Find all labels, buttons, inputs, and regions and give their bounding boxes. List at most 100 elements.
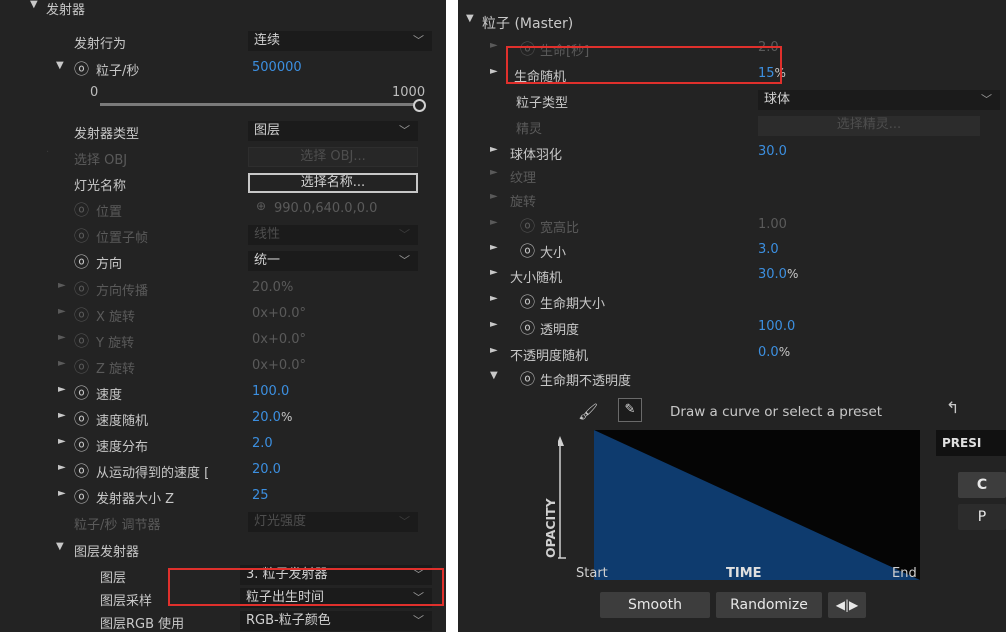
direction-dropdown[interactable]: 统一 ﹀ bbox=[248, 251, 418, 271]
particles-slider-track[interactable] bbox=[100, 103, 418, 106]
velocity-from-motion-value[interactable]: 20.0 bbox=[252, 462, 281, 477]
expand-arrow-icon[interactable]: ► bbox=[490, 345, 498, 356]
emitter-type-value: 图层 bbox=[254, 123, 281, 138]
stopwatch-icon[interactable]: ⓞ bbox=[74, 382, 89, 403]
stopwatch-icon[interactable]: ⓞ bbox=[74, 434, 89, 455]
opacity-over-life-row[interactable]: ▼ ⓞ 生命期不透明度 bbox=[458, 365, 1006, 391]
emitter-size-z-value[interactable]: 25 bbox=[252, 488, 269, 503]
opacity-label: 透明度 bbox=[540, 323, 580, 338]
expand-arrow-icon[interactable]: ► bbox=[58, 488, 66, 499]
collapse-arrow-icon[interactable]: ▼ bbox=[56, 541, 64, 552]
expand-arrow-icon[interactable]: ► bbox=[490, 217, 498, 228]
stopwatch-icon: ⓞ bbox=[74, 201, 90, 219]
percent-unit: % bbox=[280, 410, 293, 424]
expand-arrow-icon[interactable]: ► bbox=[490, 267, 498, 278]
particle-panel: ▼ 粒子 (Master) ► ⓞ 生命[秒] 2.0 ► 生命随机 15% 粒… bbox=[458, 0, 1006, 632]
expand-arrow-icon[interactable]: ► bbox=[490, 293, 498, 304]
opacity-random-number: 0.0 bbox=[758, 345, 779, 360]
expand-arrow-icon[interactable]: ► bbox=[490, 66, 498, 77]
expand-arrow-icon[interactable]: ► bbox=[58, 280, 66, 291]
velocity-value[interactable]: 100.0 bbox=[252, 384, 289, 399]
particles-slider-knob[interactable] bbox=[413, 99, 426, 112]
velocity-random-number: 20.0 bbox=[252, 410, 281, 425]
size-random-value[interactable]: 30.0% bbox=[758, 267, 798, 282]
velocity-distribution-value[interactable]: 2.0 bbox=[252, 436, 273, 451]
chevron-down-icon: ﹀ bbox=[981, 93, 992, 106]
particle-type-dropdown[interactable]: 球体 ﹀ bbox=[758, 90, 1000, 110]
pencil-icon[interactable]: ✎ bbox=[618, 398, 642, 422]
x-rotation-label: X 旋转 bbox=[96, 310, 136, 325]
flip-button[interactable]: ◀|▶ bbox=[828, 592, 866, 618]
percent-unit: % bbox=[778, 345, 791, 359]
layer-rgb-value: RGB-粒子颜色 bbox=[246, 613, 331, 628]
size-over-life-label: 生命期大小 bbox=[540, 297, 606, 312]
expand-arrow-icon[interactable]: ► bbox=[58, 410, 66, 421]
select-sprite-button[interactable]: 选择精灵... bbox=[758, 116, 980, 136]
particles-per-sec-value[interactable]: 500000 bbox=[252, 60, 302, 75]
layer-emitter-label: 图层发射器 bbox=[74, 545, 140, 560]
particles-modifier-dropdown[interactable]: 灯光强度 ﹀ bbox=[248, 512, 418, 532]
emitter-type-label: 发射器类型 bbox=[74, 127, 140, 142]
opacity-value[interactable]: 100.0 bbox=[758, 319, 795, 334]
velocity-from-motion-label: 从运动得到的速度 [ bbox=[96, 466, 210, 481]
opacity-random-value[interactable]: 0.0% bbox=[758, 345, 790, 360]
expand-arrow-icon[interactable]: ► bbox=[58, 306, 66, 317]
emitter-section-header[interactable]: ▼ 发射器 bbox=[0, 0, 446, 20]
stopwatch-icon[interactable]: ⓞ bbox=[520, 291, 535, 312]
stopwatch-icon: ⓞ bbox=[74, 358, 90, 376]
size-row: ► ⓞ 大小 3.0 bbox=[458, 237, 1006, 263]
layer-rgb-dropdown[interactable]: RGB-粒子颜色 ﹀ bbox=[240, 611, 432, 631]
y-rotation-value: 0x+0.0° bbox=[252, 332, 307, 347]
expand-arrow-icon[interactable]: ► bbox=[490, 191, 498, 202]
chevron-down-icon: ﹀ bbox=[399, 515, 410, 528]
paste-button[interactable]: P bbox=[958, 504, 1006, 530]
velocity-random-value[interactable]: 20.0% bbox=[252, 410, 292, 425]
select-obj-button[interactable]: 选择 OBJ... bbox=[248, 147, 418, 167]
y-rotation-label: Y 旋转 bbox=[96, 336, 135, 351]
copy-button[interactable]: C bbox=[958, 472, 1006, 498]
stopwatch-icon[interactable]: ⓞ bbox=[520, 240, 535, 261]
particles-per-sec-row: ▼ ⓞ 粒子/秒 500000 bbox=[0, 55, 446, 81]
expand-arrow-icon[interactable]: ▼ bbox=[56, 60, 64, 71]
select-obj-label: 选择 OBJ bbox=[74, 153, 128, 168]
expand-arrow-icon[interactable]: ► bbox=[58, 436, 66, 447]
expand-arrow-icon[interactable]: ► bbox=[490, 40, 498, 51]
expand-arrow-icon[interactable]: ► bbox=[490, 167, 498, 178]
randomize-button[interactable]: Randomize bbox=[716, 592, 822, 618]
velocity-from-motion-row: ► ⓞ 从运动得到的速度 [ 20.0 bbox=[0, 457, 446, 483]
position-subframe-dropdown[interactable]: 线性 ﹀ bbox=[248, 225, 418, 245]
smooth-button[interactable]: Smooth bbox=[600, 592, 710, 618]
select-name-button[interactable]: 选择名称... bbox=[248, 173, 418, 193]
stopwatch-icon[interactable]: ⓞ bbox=[74, 251, 89, 272]
expand-arrow-icon[interactable]: ► bbox=[490, 144, 498, 155]
collapse-arrow-icon[interactable]: ▼ bbox=[466, 13, 474, 24]
presets-dropdown[interactable]: PRESI bbox=[936, 430, 1006, 456]
stopwatch-icon[interactable]: ⓞ bbox=[74, 58, 89, 79]
expand-arrow-icon[interactable]: ► bbox=[490, 319, 498, 330]
stopwatch-icon[interactable]: ⓞ bbox=[74, 486, 89, 507]
brush-icon[interactable]: 🖌 bbox=[578, 402, 598, 421]
expand-arrow-icon[interactable]: ► bbox=[58, 332, 66, 343]
aspect-ratio-label: 宽高比 bbox=[540, 221, 580, 236]
collapse-arrow-icon[interactable]: ▼ bbox=[490, 370, 498, 381]
expand-arrow-icon[interactable]: ► bbox=[58, 384, 66, 395]
chevron-down-icon: ﹀ bbox=[399, 124, 410, 137]
expand-arrow-icon[interactable]: ► bbox=[58, 358, 66, 369]
undo-icon[interactable]: ↰ bbox=[946, 398, 959, 417]
expand-arrow-icon[interactable]: ► bbox=[58, 462, 66, 473]
particle-type-label: 粒子类型 bbox=[516, 96, 569, 111]
emit-behavior-dropdown[interactable]: 连续 ﹀ bbox=[248, 31, 432, 51]
collapse-arrow-icon[interactable]: ▼ bbox=[30, 0, 38, 10]
light-name-label: 灯光名称 bbox=[74, 179, 127, 194]
stopwatch-icon[interactable]: ⓞ bbox=[520, 317, 535, 338]
layer-emitter-section[interactable]: ▼ 图层发射器 bbox=[0, 536, 446, 562]
size-value[interactable]: 3.0 bbox=[758, 242, 779, 257]
emitter-type-row: 发射器类型 图层 ﹀ bbox=[0, 118, 446, 144]
stopwatch-icon[interactable]: ⓞ bbox=[520, 368, 535, 389]
particle-section-header[interactable]: ▼ 粒子 (Master) bbox=[458, 8, 1006, 34]
expand-arrow-icon[interactable]: ► bbox=[490, 242, 498, 253]
sphere-feather-value[interactable]: 30.0 bbox=[758, 144, 787, 159]
stopwatch-icon[interactable]: ⓞ bbox=[74, 460, 89, 481]
stopwatch-icon[interactable]: ⓞ bbox=[74, 408, 89, 429]
emitter-type-dropdown[interactable]: 图层 ﹀ bbox=[248, 121, 418, 141]
